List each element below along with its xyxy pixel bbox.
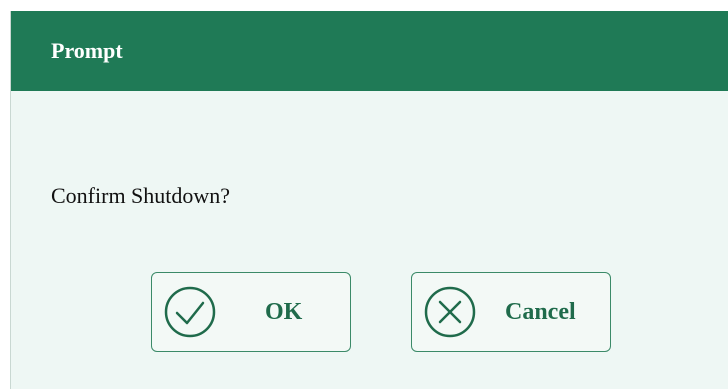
cancel-button-label: Cancel (505, 299, 576, 325)
dialog-message: Confirm Shutdown? (51, 183, 231, 208)
ok-button[interactable]: OK (151, 272, 351, 352)
dialog-titlebar: Prompt (11, 11, 728, 91)
cancel-button[interactable]: Cancel (411, 272, 611, 352)
x-circle-icon (424, 286, 476, 338)
dialog-title: Prompt (51, 38, 123, 63)
ok-button-label: OK (265, 299, 303, 325)
prompt-dialog: Prompt Confirm Shutdown? OK Cancel (10, 11, 728, 389)
check-circle-icon (164, 286, 216, 338)
